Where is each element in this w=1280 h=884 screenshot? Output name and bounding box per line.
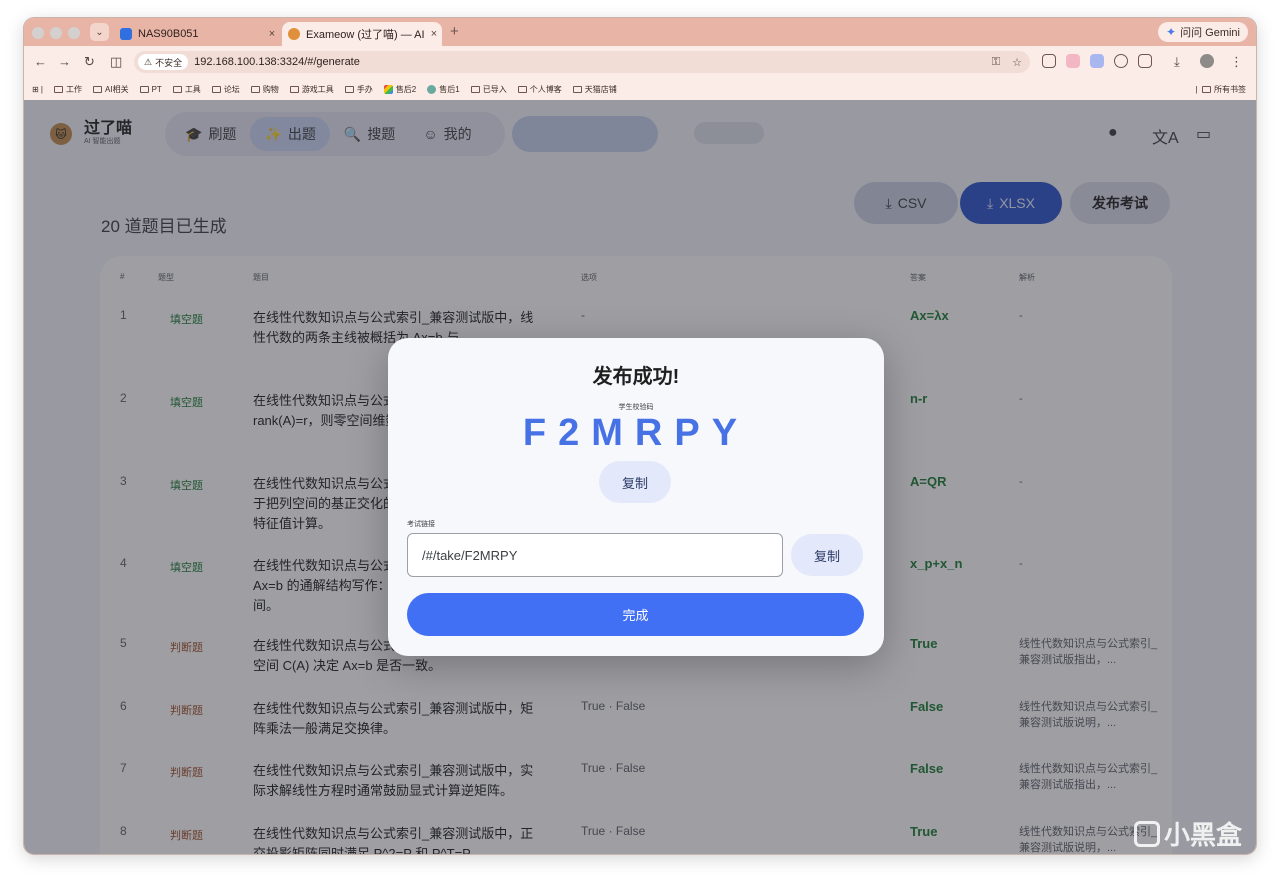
folder-icon [139, 85, 149, 93]
bookmark-shopping[interactable]: 购物 [250, 84, 279, 95]
bookmark-tools[interactable]: 工具 [172, 84, 201, 95]
apps-grid-icon[interactable]: ⊞ | [32, 85, 43, 94]
watermark: 小黑盒 [1133, 815, 1242, 852]
extension-icon-2[interactable] [1066, 54, 1080, 68]
dialog-title: 发布成功! [592, 366, 680, 388]
bookmark-tmall[interactable]: 天猫店铺 [572, 84, 617, 95]
bookmark-label: 售后2 [395, 84, 417, 94]
password-key-icon[interactable]: ⚿ [992, 56, 1000, 69]
side-panel-icon[interactable]: ◫ [110, 54, 122, 70]
back-arrow-icon[interactable]: ← [34, 54, 47, 69]
forward-arrow-icon[interactable]: → [58, 54, 71, 69]
extension-icon-4[interactable] [1114, 54, 1128, 68]
bookmark-star-icon[interactable]: ☆ [1012, 56, 1022, 69]
heybox-logo-icon [1133, 820, 1160, 847]
tab-exameow[interactable]: Exameow (过了喵) — AI Exam × [282, 22, 442, 46]
folder-icon [470, 85, 480, 93]
exam-link-input[interactable] [407, 533, 783, 577]
folder-icon [517, 85, 527, 93]
warning-triangle-icon: ⚠ [144, 56, 153, 67]
bookmark-game-tools[interactable]: 游戏工具 [289, 84, 334, 95]
address-bar[interactable]: ⚠ 不安全 192.168.100.138:3324/#/generate ⚿ … [134, 51, 1030, 73]
bookmark-blog[interactable]: 个人博客 [517, 84, 562, 95]
bookmark-label: 购物 [262, 84, 279, 94]
bookmark-ai[interactable]: AI相关 [93, 84, 129, 95]
nas-favicon-icon [120, 28, 132, 40]
extensions-puzzle-icon[interactable] [1138, 54, 1152, 68]
bookmark-label: 工作 [66, 84, 83, 94]
bookmark-figures[interactable]: 手办 [344, 84, 373, 95]
profile-avatar[interactable] [1200, 54, 1214, 68]
exam-link-label: 考试链接 [407, 521, 435, 528]
folder-icon [289, 85, 299, 93]
bookmark-aftersales-1[interactable]: 售后1 [427, 84, 460, 95]
bookmark-label: 工具 [184, 84, 201, 94]
all-bookmarks[interactable]: | 所有书签 [1195, 84, 1246, 95]
bookmark-label: AI相关 [105, 84, 129, 94]
done-button[interactable]: 完成 [407, 593, 864, 636]
copy-code-button[interactable]: 复制 [599, 461, 671, 503]
cat-favicon-icon [288, 28, 300, 40]
verification-code-label: 学生校验码 [618, 404, 654, 411]
bookmarks-bar: ⊞ | 工作 AI相关 PT 工具 论坛 购物 游戏工具 手办 售后2 售后1 … [24, 78, 1256, 100]
verification-code: F2MRPY [522, 412, 750, 454]
zoom-window-button[interactable] [68, 27, 80, 39]
bookmark-label: 个人博客 [529, 84, 562, 94]
close-tab-icon[interactable]: × [264, 28, 280, 40]
bookmark-imported[interactable]: 已导入 [470, 84, 507, 95]
site-favicon-icon [427, 84, 437, 94]
security-chip[interactable]: ⚠ 不安全 [138, 54, 189, 70]
new-tab-button[interactable]: + [450, 23, 459, 40]
folder-icon [344, 85, 354, 93]
browser-menu-icon[interactable]: ⋮ [1230, 54, 1243, 70]
browser-window: ⌄ NAS90B051 × Exameow (过了喵) — AI Exam × … [24, 18, 1256, 854]
bookmark-label: 游戏工具 [301, 84, 334, 94]
all-bookmarks-label: 所有书签 [1214, 85, 1246, 94]
bookmark-label: 天猫店铺 [584, 84, 617, 94]
bookmark-label: 论坛 [223, 84, 240, 94]
tab-label: Exameow (过了喵) — AI Exam [306, 29, 426, 41]
folder-icon [250, 85, 260, 93]
extension-icon-3[interactable] [1090, 54, 1104, 68]
tab-search-button[interactable]: ⌄ [90, 23, 109, 41]
url-text: 192.168.100.138:3324/#/generate [194, 56, 360, 68]
gemini-label: 问问 Gemini [1180, 27, 1240, 39]
bookmark-pt[interactable]: PT [139, 84, 162, 94]
bookmark-label: PT [151, 84, 162, 94]
folder-icon [93, 85, 103, 93]
ask-gemini-button[interactable]: ✦ 问问 Gemini [1158, 22, 1248, 42]
tab-nas[interactable]: NAS90B051 × [114, 22, 280, 46]
folder-icon [211, 85, 221, 93]
bookmark-label: 已导入 [482, 84, 507, 94]
close-tab-icon[interactable]: × [426, 28, 442, 40]
bookmark-work[interactable]: 工作 [54, 84, 82, 95]
copy-link-button[interactable]: 复制 [791, 534, 863, 576]
tab-strip: ⌄ NAS90B051 × Exameow (过了喵) — AI Exam × … [24, 18, 1256, 46]
windows-logo-icon [383, 84, 393, 94]
folder-icon [572, 85, 582, 93]
folder-icon [172, 85, 182, 93]
folder-icon [1202, 86, 1211, 93]
bookmark-label: 售后1 [439, 84, 460, 94]
minimize-window-button[interactable] [50, 27, 62, 39]
security-label: 不安全 [155, 57, 183, 68]
close-window-button[interactable] [32, 27, 44, 39]
tab-label: NAS90B051 [138, 28, 199, 40]
chevron-down-icon: ⌄ [95, 26, 104, 38]
download-icon[interactable]: ⤓ [1174, 54, 1180, 70]
publish-success-dialog: 发布成功! 学生校验码 F2MRPY 复制 考试链接 复制 完成 [388, 338, 884, 656]
bookmark-label: 手办 [356, 84, 373, 94]
folder-icon [54, 85, 64, 93]
browser-toolbar: ← → ↻ ◫ ⚠ 不安全 192.168.100.138:3324/#/gen… [24, 46, 1256, 78]
extension-icon-1[interactable] [1042, 54, 1056, 68]
bookmark-aftersales-2[interactable]: 售后2 [383, 84, 417, 95]
watermark-text: 小黑盒 [1163, 820, 1242, 850]
reload-icon[interactable]: ↻ [84, 54, 95, 70]
page-content: 🐱 过了喵 AI 智能出题 🎓 刷题 ✨ 出题 🔍 搜题 ☺ 我的 ● 文A ▭… [24, 100, 1256, 854]
bookmark-forum[interactable]: 论坛 [211, 84, 240, 95]
gemini-spark-icon: ✦ [1166, 25, 1177, 39]
